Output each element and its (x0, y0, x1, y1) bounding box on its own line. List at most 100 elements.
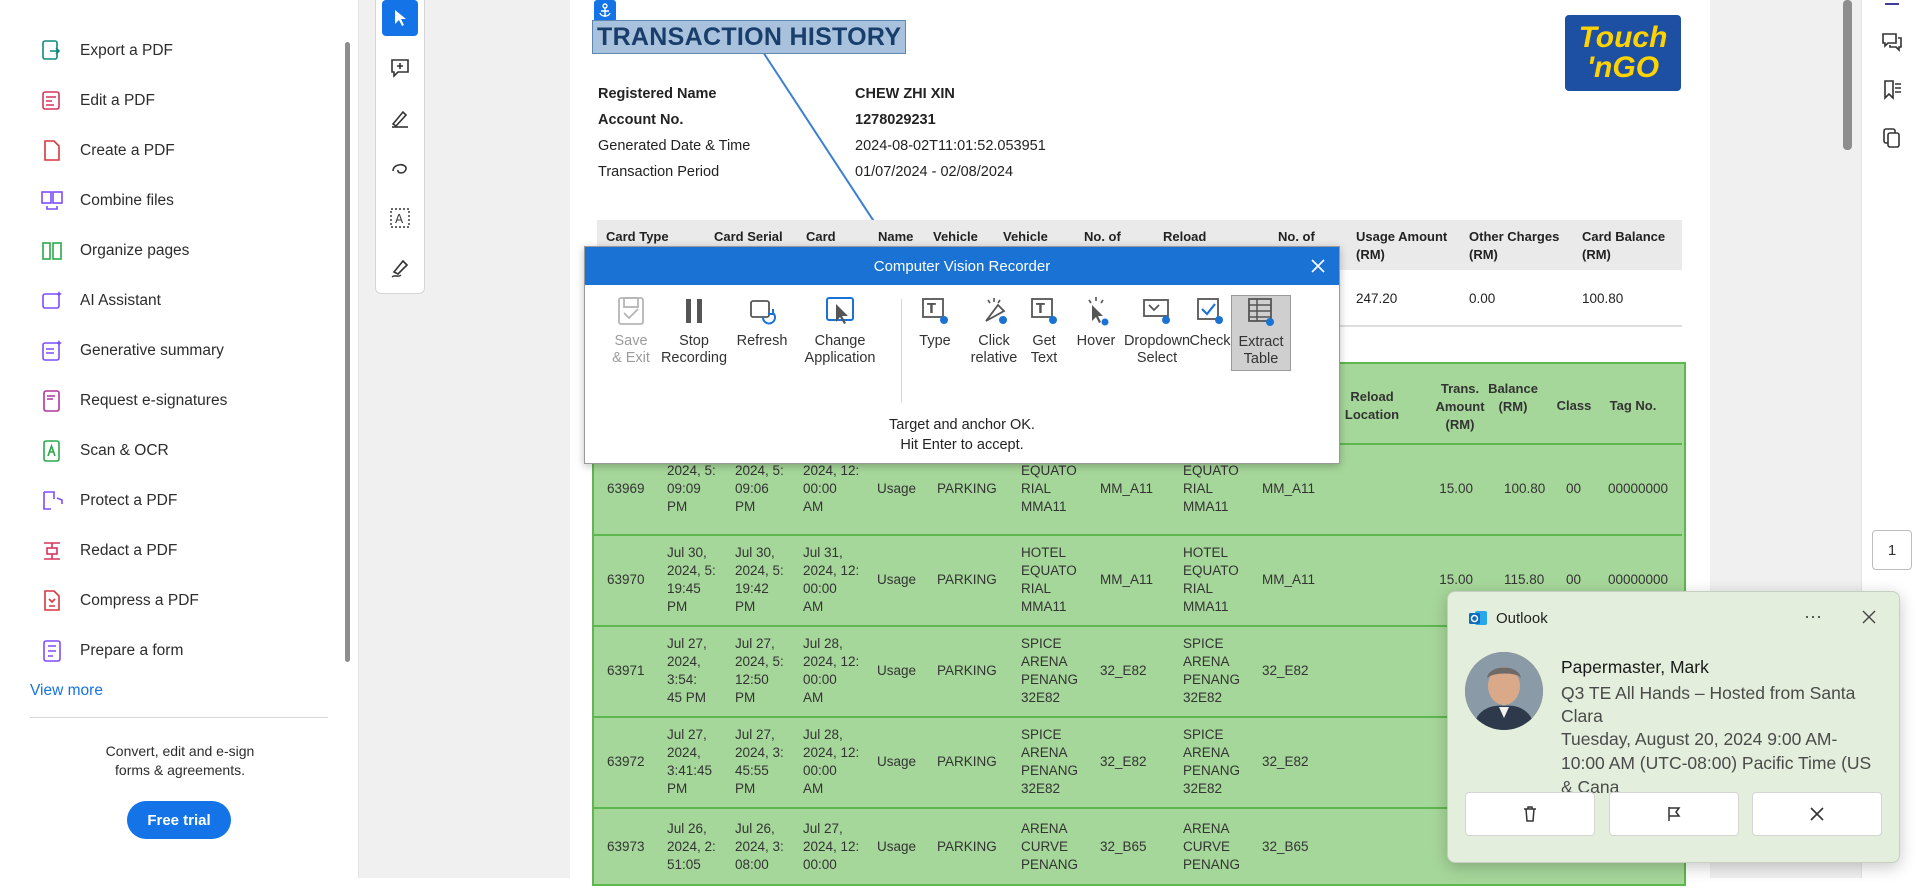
toast-close-button[interactable] (1858, 606, 1880, 628)
table-cell-d1: Jul 27, 2024, 3:54: 45 PM (667, 635, 707, 705)
table-cell-code: 32_E82 (1100, 662, 1147, 678)
click-relative-icon (978, 295, 1010, 327)
document-title[interactable]: TRANSACTION HISTORY (592, 20, 907, 54)
rail-top-button[interactable] (1878, 0, 1906, 14)
recorder-button-label: Change Application (804, 333, 876, 366)
table-cell-no: 63970 (607, 571, 645, 587)
table-cell-loc2: EQUATO RIAL MMA11 (1183, 462, 1239, 514)
table-cell-loc: SPICE ARENA PENANG 32E82 (1021, 726, 1079, 796)
table-cell-code2: 32_E82 (1262, 753, 1309, 769)
outlook-notification[interactable]: Outlook ··· Papermaster, Mark Q3 TE All … (1447, 591, 1900, 863)
hover-icon (1080, 295, 1112, 327)
table-cell-code2: 32_E82 (1262, 662, 1309, 678)
toast-more-button[interactable]: ··· (1804, 606, 1822, 627)
table-cell-loc: HOTEL EQUATO RIAL MMA11 (1021, 544, 1077, 614)
table-cell-d2: Jul 26, 2024, 3: 08:00 (735, 821, 784, 872)
table-cell-bal: 115.80 (1504, 571, 1545, 587)
outlook-icon (1469, 611, 1487, 625)
document-scrollbar[interactable] (1843, 0, 1852, 150)
rail-top-icon (1885, 3, 1899, 5)
table-header-cell: Tag No. (1609, 398, 1657, 413)
recorder-button-label: Stop Recording (660, 333, 728, 366)
refresh-button[interactable]: Refresh (732, 295, 792, 369)
recorder-button-label: Refresh (736, 333, 788, 349)
table-cell-loc: ARENA CURVE PENANG (1021, 821, 1079, 872)
table-cell-cat: PARKING (937, 662, 997, 678)
info-label: Transaction Period (598, 164, 720, 180)
logo-text-2: 'nGO (1586, 51, 1660, 84)
table-cell-d1: Jul 26, 2024, 2: 51:05 (667, 821, 716, 872)
table-cell-type: Usage (877, 662, 917, 678)
table-cell-no: 63971 (607, 662, 645, 678)
recorder-close-button[interactable] (1307, 255, 1329, 277)
table-cell-code2: MM_A11 (1262, 480, 1316, 496)
save-exit-button: Save & Exit (605, 295, 657, 369)
recorder-button-label: Hover (1076, 333, 1116, 349)
get-text-icon: T (1028, 295, 1060, 327)
table-cell-code2: 32_B65 (1262, 839, 1309, 854)
toast-app-name: Outlook (1496, 609, 1548, 627)
toast-delete-button[interactable] (1465, 792, 1595, 836)
type-icon: T (919, 295, 951, 327)
toast-dismiss-button[interactable] (1752, 792, 1882, 836)
table-cell-no: 63969 (607, 480, 645, 496)
table-cell-no: 63972 (607, 753, 645, 769)
table-cell-d3: Jul 31, 2024, 12: 00:00 AM (803, 544, 860, 614)
table-cell-d2: Jul 30, 2024, 5: 19:42 PM (735, 544, 784, 614)
toast-app-header: Outlook (1468, 608, 1548, 628)
table-cell-loc: SPICE ARENA PENANG 32E82 (1021, 635, 1079, 705)
table-cell-cat: PARKING (937, 571, 997, 587)
table-cell-code: MM_A11 (1100, 571, 1154, 587)
check-button[interactable]: Check (1183, 295, 1237, 369)
flag-icon (1668, 807, 1681, 821)
table-header-cell: Class (1556, 398, 1592, 413)
comments-button[interactable] (1878, 28, 1906, 56)
table-cell-amt: 15.00 (1439, 571, 1473, 587)
table-cell-d3: Jul 28, 2024, 12: 00:00 AM (803, 726, 860, 796)
recorder-titlebar[interactable]: Computer Vision Recorder (585, 247, 1339, 285)
recorder-button-label: Save & Exit (612, 333, 650, 366)
stop-recording-button[interactable]: Stop Recording (658, 295, 730, 369)
pages-button[interactable] (1878, 124, 1906, 152)
recorder-status: Target and anchor OK. Hit Enter to accep… (585, 415, 1339, 455)
table-cell-d2: 2024, 5: 09:06 PM (735, 462, 784, 514)
table-cell-tag: 00000000 (1608, 571, 1669, 587)
change-application-button[interactable]: Change Application (794, 295, 886, 369)
recorder-button-label: Type (919, 333, 951, 349)
close-icon (1810, 807, 1824, 821)
table-cell-d1: 2024, 5: 09:09 PM (667, 462, 716, 514)
table-cell-type: Usage (877, 480, 917, 496)
extract-table-button[interactable]: Extract Table (1231, 295, 1291, 371)
table-cell-cls: 00 (1566, 480, 1582, 496)
table-header-cell: Balance (RM) (1488, 381, 1538, 414)
table-cell-d2: Jul 27, 2024, 5: 12:50 PM (735, 635, 784, 705)
summary-header-cell: Card Balance (RM) (1582, 229, 1666, 262)
table-header-cell: Reload Location (1344, 389, 1400, 422)
toast-subject: Q3 TE All Hands – Hosted from Santa Clar… (1561, 683, 1856, 726)
table-cell-d1: Jul 30, 2024, 5: 19:45 PM (667, 544, 716, 614)
recorder-button-label: Click relative (970, 333, 1018, 366)
anchor-icon[interactable] (594, 0, 616, 22)
logo-text-1: Touch (1578, 21, 1668, 54)
refresh-icon (746, 295, 778, 327)
bookmarks-button[interactable] (1878, 76, 1906, 104)
sender-avatar (1465, 652, 1543, 730)
type-button[interactable]: T Type (908, 295, 962, 369)
save-icon (615, 295, 647, 327)
info-value: CHEW ZHI XIN (855, 86, 955, 102)
get-text-button[interactable]: T Get Text (1018, 295, 1070, 369)
table-cell-loc2: ARENA CURVE PENANG (1183, 821, 1241, 872)
table-cell-code: 32_E82 (1100, 753, 1147, 769)
toast-flag-button[interactable] (1609, 792, 1739, 836)
click-relative-button[interactable]: Click relative (963, 295, 1025, 369)
recorder-button-label: Extract Table (1238, 334, 1284, 367)
page-number-box[interactable]: 1 (1872, 530, 1912, 570)
table-cell-cat: PARKING (937, 480, 997, 496)
table-cell-loc: EQUATO RIAL MMA11 (1021, 462, 1077, 514)
summary-header-cell: Other Charges (RM) (1469, 229, 1560, 262)
close-icon (1311, 259, 1325, 273)
summary-header-cell: Usage Amount (RM) (1356, 229, 1448, 262)
info-label: Registered Name (598, 86, 717, 102)
info-label: Generated Date & Time (598, 138, 751, 154)
table-cell-d3: Jul 27, 2024, 12: 00:00 (803, 821, 860, 872)
